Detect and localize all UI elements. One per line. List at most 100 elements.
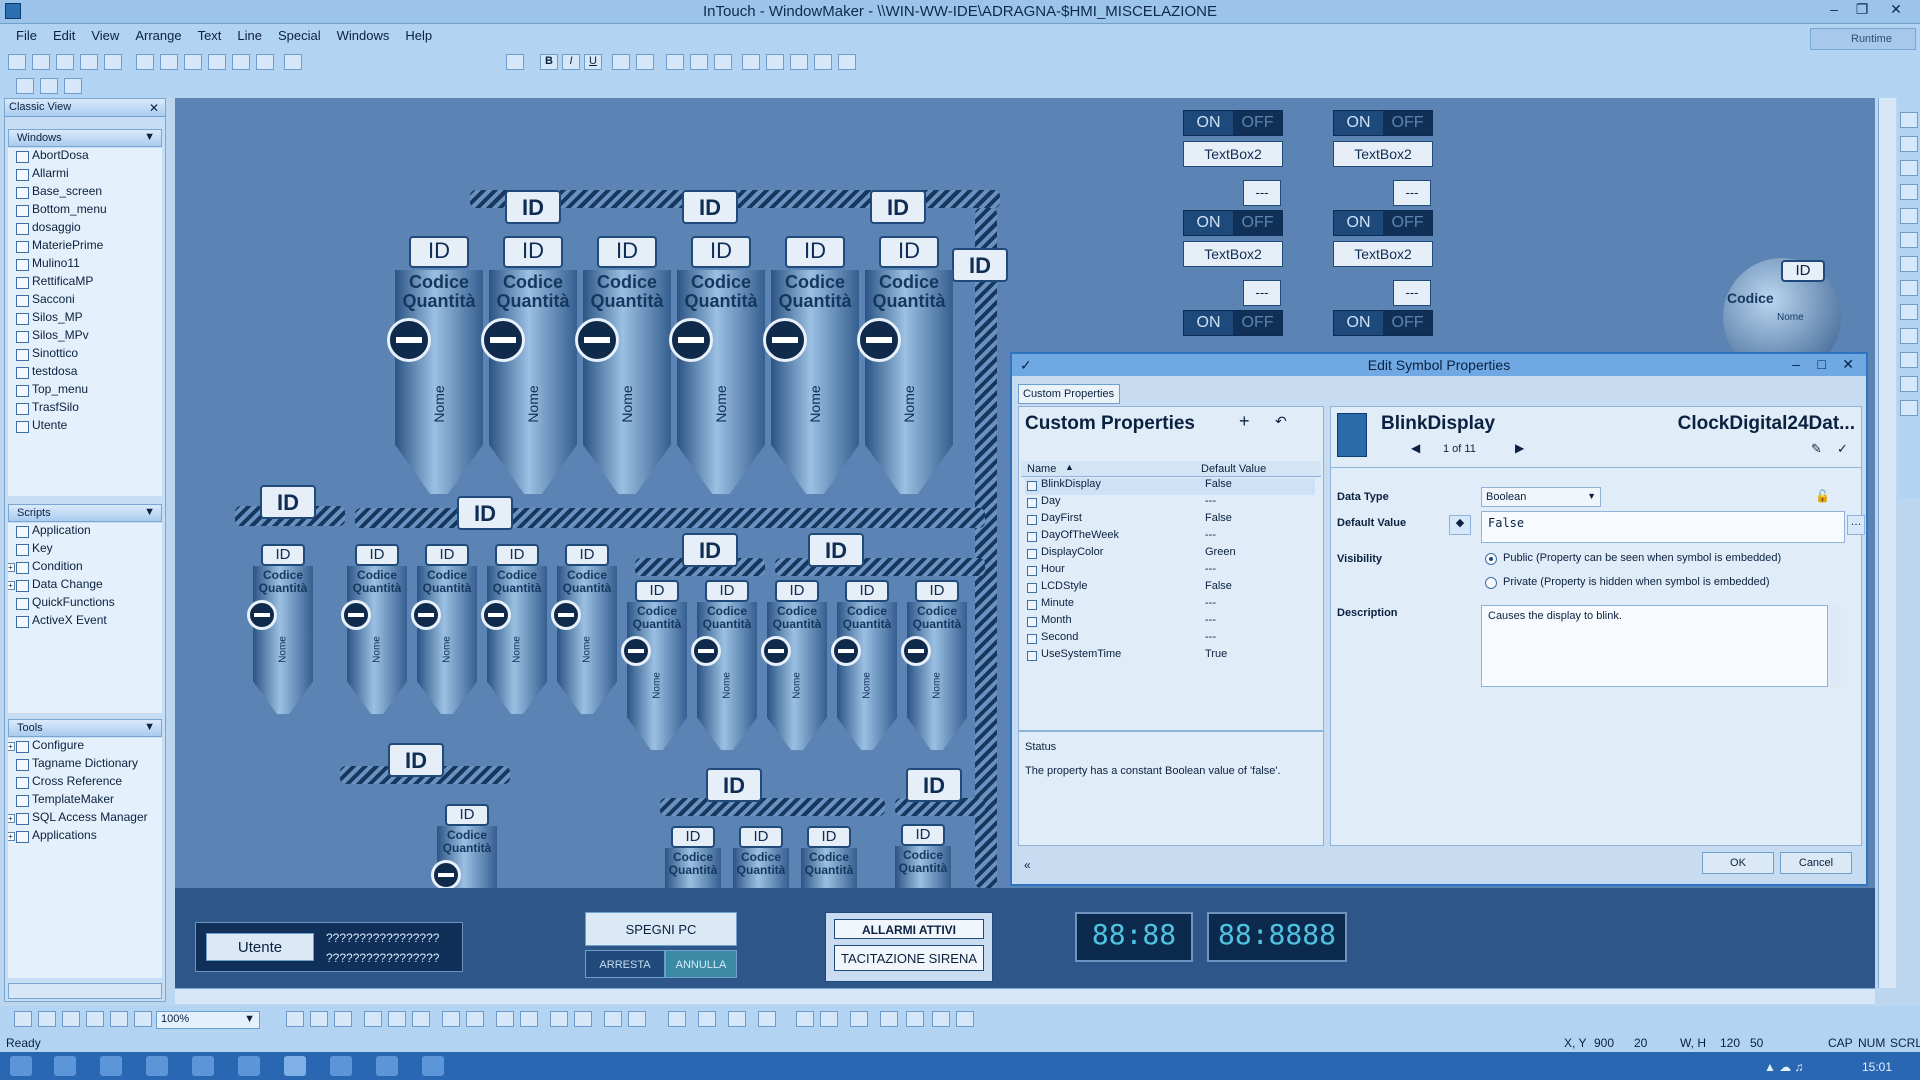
property-row[interactable]: Month --- <box>1025 614 1315 631</box>
property-row[interactable]: LCDStyle False <box>1025 580 1315 597</box>
textbox[interactable]: TextBox2 <box>1333 241 1433 267</box>
align-right-icon[interactable] <box>714 54 732 70</box>
windowmaker-icon[interactable] <box>422 1056 444 1076</box>
line-icon[interactable] <box>1900 208 1918 224</box>
text-color-icon[interactable] <box>790 54 808 70</box>
close-button[interactable]: ✕ <box>1882 0 1910 18</box>
silo[interactable]: ID Codice Quantità Nome <box>481 236 577 596</box>
minimize-button[interactable]: – <box>1820 0 1848 18</box>
on-off-switch[interactable]: ON OFF <box>1333 310 1433 336</box>
redo-icon[interactable] <box>256 54 274 70</box>
window-item[interactable]: Sinottico <box>8 346 162 364</box>
window-item[interactable]: Top_menu <box>8 382 162 400</box>
silo-valve[interactable] <box>551 600 581 630</box>
menu-view[interactable]: View <box>83 24 127 43</box>
runtime-button[interactable]: Runtime <box>1810 28 1916 50</box>
copy-icon[interactable] <box>160 54 178 70</box>
windows-section-header[interactable]: Windows ▼ <box>8 129 162 147</box>
text-icon[interactable] <box>758 1011 776 1027</box>
default-value-column-header[interactable]: Default Value <box>1201 463 1266 475</box>
silo-valve[interactable] <box>669 318 713 362</box>
menu-special[interactable]: Special <box>270 24 329 43</box>
expand-icon[interactable]: + <box>8 742 15 751</box>
app-icon[interactable] <box>238 1056 260 1076</box>
menu-help[interactable]: Help <box>397 24 440 43</box>
textbox[interactable]: TextBox2 <box>1333 141 1433 167</box>
save-icon[interactable] <box>56 54 74 70</box>
property-row[interactable]: BlinkDisplay False <box>1025 478 1315 495</box>
line-color-icon[interactable] <box>742 54 760 70</box>
wizard-icon[interactable] <box>1900 376 1918 392</box>
small-silo[interactable]: ID Codice Quantità Nome <box>341 544 407 714</box>
data-type-select[interactable]: Boolean ▼ <box>1481 487 1601 507</box>
tool-item[interactable]: + SQL Access Manager <box>8 810 162 828</box>
script-item[interactable]: + Condition <box>8 559 162 577</box>
window-toggle-icon[interactable] <box>796 1011 814 1027</box>
window-color-icon[interactable] <box>814 54 832 70</box>
window-item[interactable]: AbortDosa <box>8 148 162 166</box>
small-silo[interactable]: ID Codice Quantità Nome <box>901 580 967 750</box>
underline-icon[interactable]: U <box>584 54 602 70</box>
edit-mode-icon[interactable] <box>40 78 58 94</box>
add-property-icon[interactable]: + <box>1239 411 1250 432</box>
id-tag[interactable]: ID <box>388 743 444 777</box>
check-icon[interactable]: ✓ <box>1837 441 1848 457</box>
intouch-icon[interactable] <box>284 1056 306 1076</box>
align-center-icon[interactable] <box>690 54 708 70</box>
align-right-icon[interactable] <box>334 1011 352 1027</box>
window-item[interactable]: Sacconi <box>8 292 162 310</box>
annulla-button[interactable]: ANNULLA <box>665 950 737 978</box>
rounded-rectangle-icon[interactable] <box>1900 160 1918 176</box>
description-textarea[interactable]: Causes the display to blink. <box>1481 605 1841 687</box>
grid-icon[interactable] <box>110 1011 128 1027</box>
cancel-button[interactable]: Cancel <box>1780 852 1852 874</box>
expand-icon[interactable]: + <box>8 563 15 572</box>
smooth-icon[interactable] <box>728 1011 746 1027</box>
silo-valve[interactable] <box>431 860 461 890</box>
script-item[interactable]: Application <box>8 523 162 541</box>
app-icon[interactable] <box>376 1056 398 1076</box>
button-tool-icon[interactable] <box>1900 352 1918 368</box>
id-tag[interactable]: ID <box>952 248 1008 282</box>
small-silo[interactable]: ID Codice Quantità <box>733 826 789 988</box>
zoom-fit-icon[interactable] <box>62 1011 80 1027</box>
anchor-icon[interactable] <box>956 1011 974 1027</box>
menu-text[interactable]: Text <box>190 24 230 43</box>
tool-item[interactable]: + Applications <box>8 828 162 846</box>
zoom-area-icon[interactable] <box>86 1011 104 1027</box>
grid-show-icon[interactable] <box>906 1011 924 1027</box>
archestra-graphic-icon[interactable] <box>1900 400 1918 416</box>
text-tool-icon[interactable] <box>1900 304 1918 320</box>
silo[interactable]: ID Codice Quantità Nome <box>387 236 483 596</box>
line-style-icon[interactable] <box>838 54 856 70</box>
small-silo[interactable]: ID Codice Quantità Nome <box>761 580 827 750</box>
id-tag[interactable]: ID <box>906 768 962 802</box>
ungroup-icon[interactable] <box>466 1011 484 1027</box>
fill-color-icon[interactable] <box>766 54 784 70</box>
splitter[interactable] <box>1019 730 1323 732</box>
zoom-select[interactable]: 100% ▼ <box>156 1011 260 1029</box>
silo[interactable]: ID Codice Quantità Nome <box>763 236 859 596</box>
layer-icon[interactable] <box>880 1011 898 1027</box>
small-silo[interactable]: ID Codice Quantità <box>431 804 497 974</box>
collapse-icon[interactable]: « <box>1024 858 1031 872</box>
snap-icon[interactable] <box>850 1011 868 1027</box>
vertical-scrollbar[interactable] <box>1878 98 1896 988</box>
window-item[interactable]: dosaggio <box>8 220 162 238</box>
script-item[interactable]: Key <box>8 541 162 559</box>
edit-icon[interactable] <box>932 1011 950 1027</box>
window-icon[interactable] <box>104 54 122 70</box>
group-icon[interactable] <box>442 1011 460 1027</box>
silo-valve[interactable] <box>691 636 721 666</box>
script-item[interactable]: ActiveX Event <box>8 613 162 631</box>
front-icon[interactable] <box>496 1011 514 1027</box>
property-row[interactable]: DayOfTheWeek --- <box>1025 529 1315 546</box>
private-radio[interactable] <box>1485 577 1497 589</box>
property-row[interactable]: UseSystemTime True <box>1025 648 1315 665</box>
polygon-icon[interactable] <box>668 1011 686 1027</box>
close-icon[interactable]: ✕ <box>149 101 159 115</box>
silo[interactable]: ID Codice Quantità Nome <box>575 236 671 596</box>
on-off-switch[interactable]: ON OFF <box>1333 210 1433 236</box>
previous-icon[interactable]: ◀ <box>1411 441 1420 455</box>
script-item[interactable]: + Data Change <box>8 577 162 595</box>
